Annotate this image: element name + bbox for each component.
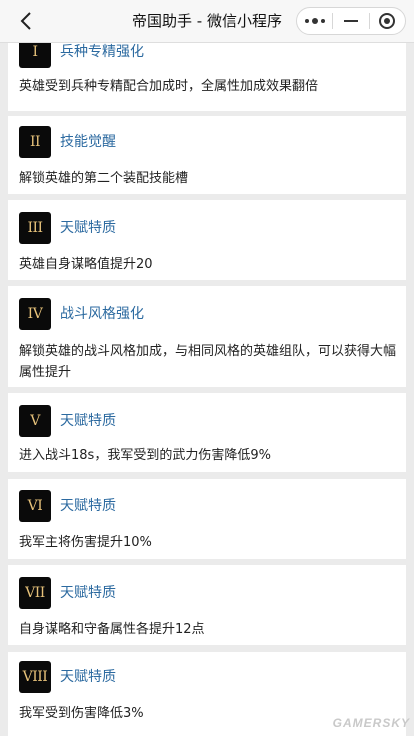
miniprogram-capsule xyxy=(296,7,406,35)
roman-numeral-badge: V xyxy=(19,405,51,437)
roman-numeral-badge: II xyxy=(19,126,51,158)
list-item: I 兵种专精强化 英雄受到兵种专精配合加成时，全属性加成效果翻倍 xyxy=(8,36,406,111)
list-item: III 天赋特质 英雄自身谋略值提升20 xyxy=(8,200,406,280)
minus-icon xyxy=(343,20,358,22)
watermark: GAMERSKY xyxy=(332,716,410,730)
item-description: 解锁英雄的第二个装配技能槽 xyxy=(19,171,189,186)
item-description: 解锁英雄的战斗风格加成，与相同风格的英雄组队，可以获得大幅属性提升 xyxy=(19,344,397,380)
close-miniprogram-button[interactable] xyxy=(370,8,405,34)
roman-numeral-badge: VIII xyxy=(19,661,51,693)
item-title: 天赋特质 xyxy=(60,220,116,236)
item-title: 天赋特质 xyxy=(60,498,116,514)
roman-numeral-badge: VI xyxy=(19,490,51,522)
list-item: V 天赋特质 进入战斗18s，我军受到的武力伤害降低9% xyxy=(8,393,406,472)
list-item: VII 天赋特质 自身谋略和守备属性各提升12点 xyxy=(8,565,406,645)
navigation-bar: 帝国助手 - 微信小程序 xyxy=(0,0,414,43)
list-item: VI 天赋特质 我军主将伤害提升10% xyxy=(8,479,406,559)
roman-numeral-badge: IV xyxy=(19,298,51,330)
item-title: 天赋特质 xyxy=(60,413,116,429)
item-title: 天赋特质 xyxy=(60,669,116,685)
target-icon xyxy=(379,13,396,29)
more-button[interactable] xyxy=(297,8,332,34)
item-description: 英雄自身谋略值提升20 xyxy=(19,257,153,272)
item-description: 英雄受到兵种专精配合加成时，全属性加成效果翻倍 xyxy=(19,79,319,94)
item-title: 战斗风格强化 xyxy=(60,306,144,322)
item-description: 进入战斗18s，我军受到的武力伤害降低9% xyxy=(19,448,271,463)
minimize-button[interactable] xyxy=(333,8,368,34)
item-title: 技能觉醒 xyxy=(60,134,116,150)
roman-numeral-badge: III xyxy=(19,212,51,244)
item-description: 我军主将伤害提升10% xyxy=(19,535,152,550)
list-item: IV 战斗风格强化 解锁英雄的战斗风格加成，与相同风格的英雄组队，可以获得大幅属… xyxy=(8,286,406,387)
item-title: 天赋特质 xyxy=(60,585,116,601)
item-title: 兵种专精强化 xyxy=(60,44,144,60)
list-item: II 技能觉醒 解锁英雄的第二个装配技能槽 xyxy=(8,116,406,194)
roman-numeral-badge: VII xyxy=(19,577,51,609)
item-description: 自身谋略和守备属性各提升12点 xyxy=(19,622,205,637)
more-dots-icon xyxy=(304,18,325,24)
